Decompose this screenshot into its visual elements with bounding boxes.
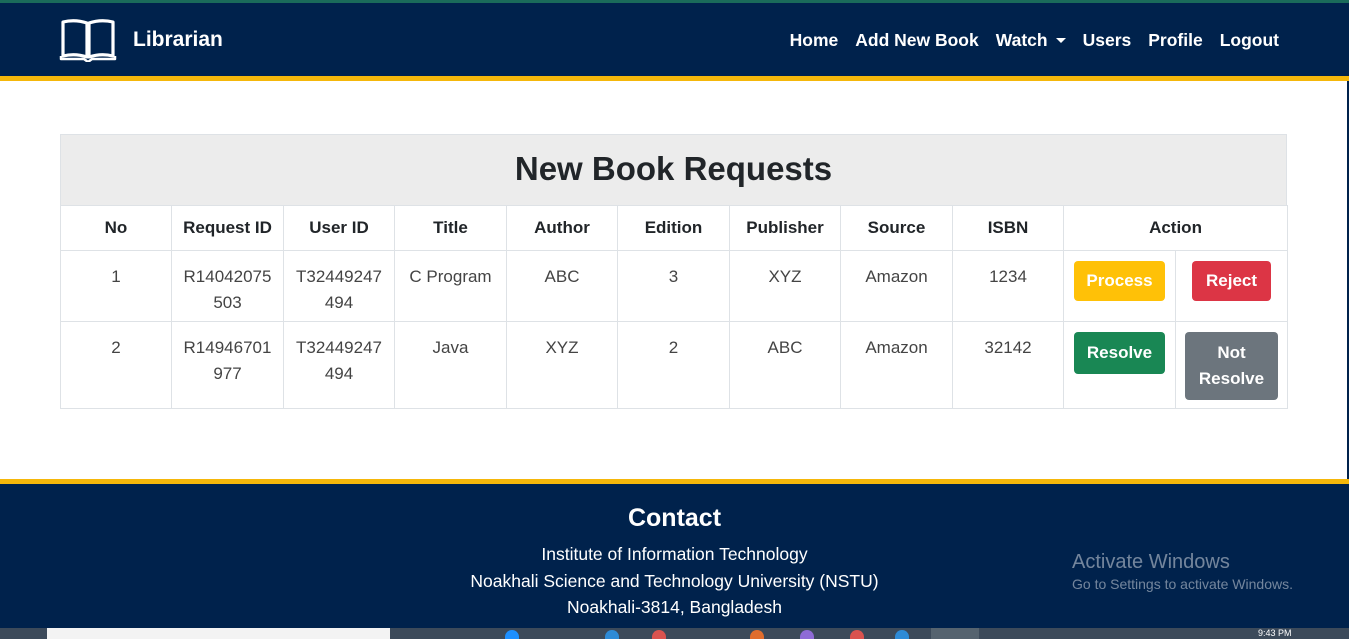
taskbar-search-box[interactable] (47, 628, 390, 639)
cell-publisher: XYZ (729, 250, 841, 322)
process-button[interactable]: Process (1074, 261, 1165, 301)
activate-windows-watermark: Activate Windows Go to Settings to activ… (1072, 551, 1293, 592)
cell-publisher: ABC (729, 321, 841, 409)
col-user-id: User ID (283, 205, 395, 251)
taskbar-active-app[interactable] (931, 628, 979, 639)
cell-edition: 3 (617, 250, 730, 322)
col-action: Action (1062, 205, 1289, 251)
reject-button[interactable]: Reject (1192, 261, 1271, 301)
cell-edition: 2 (617, 321, 730, 409)
brand[interactable]: Librarian (59, 18, 223, 62)
navbar-bottom-border (0, 76, 1349, 81)
cell-isbn: 1234 (952, 250, 1064, 322)
col-isbn: ISBN (952, 205, 1064, 251)
nav-links: Home Add New Book Watch Users Profile Lo… (773, 30, 1279, 51)
cell-action-secondary: Not Resolve (1174, 321, 1289, 409)
cell-no: 1 (60, 250, 172, 322)
table-row: 2 R14946701977 T32449247494 Java XYZ 2 A… (60, 321, 1289, 409)
footer-line-address: Noakhali-3814, Bangladesh (566, 597, 783, 617)
nav-add-new-book[interactable]: Add New Book (855, 30, 978, 51)
open-book-icon (59, 19, 117, 62)
caret-down-icon (1055, 38, 1066, 43)
card-title: New Book Requests (60, 134, 1287, 205)
col-request-id: Request ID (171, 205, 284, 251)
table-header-row: No Request ID User ID Title Author Editi… (60, 205, 1289, 251)
nav-profile[interactable]: Profile (1148, 30, 1202, 51)
footer-title: Contact (627, 504, 722, 532)
cell-author: ABC (506, 250, 618, 322)
cell-user-id: T32449247494 (283, 250, 395, 322)
taskbar-clock: 9:43 PM (1258, 628, 1292, 638)
nav-watch-label: Watch (995, 30, 1048, 50)
col-no: No (60, 205, 172, 251)
taskbar-app-icon[interactable] (800, 630, 814, 639)
cell-request-id: R14042075503 (171, 250, 284, 322)
requests-table: No Request ID User ID Title Author Editi… (60, 205, 1289, 409)
cell-title: C Program (394, 250, 507, 322)
table-row: 1 R14042075503 T32449247494 C Program AB… (60, 250, 1289, 322)
cell-action-primary: Process (1063, 250, 1176, 322)
taskbar-app-icon[interactable] (605, 630, 619, 639)
nav-logout[interactable]: Logout (1220, 30, 1279, 51)
cell-author: XYZ (506, 321, 618, 409)
col-author: Author (506, 205, 618, 251)
cell-user-id: T32449247494 (283, 321, 395, 409)
cell-isbn: 32142 (952, 321, 1064, 409)
brand-name: Librarian (133, 28, 223, 51)
windows-taskbar: 9:43 PM (0, 628, 1349, 639)
nav-users[interactable]: Users (1083, 30, 1132, 51)
taskbar-app-icon[interactable] (895, 630, 909, 639)
cell-action-secondary: Reject (1174, 250, 1289, 322)
cell-no: 2 (60, 321, 172, 409)
cell-source: Amazon (840, 250, 953, 322)
col-title: Title (394, 205, 507, 251)
taskbar-app-icon[interactable] (652, 630, 666, 639)
cell-source: Amazon (840, 321, 953, 409)
cell-title: Java (394, 321, 507, 409)
navbar: Librarian Home Add New Book Watch Users … (0, 3, 1349, 76)
taskbar-app-icon[interactable] (750, 630, 764, 639)
requests-card: New Book Requests No Request ID User ID … (60, 134, 1289, 409)
not-resolve-button[interactable]: Not Resolve (1185, 332, 1278, 400)
nav-watch-dropdown[interactable]: Watch (996, 30, 1066, 51)
cell-action-primary: Resolve (1063, 321, 1176, 409)
col-source: Source (840, 205, 953, 251)
taskbar-app-icon[interactable] (505, 630, 519, 639)
nav-home[interactable]: Home (790, 30, 839, 51)
watermark-subtitle: Go to Settings to activate Windows. (1072, 576, 1293, 592)
watermark-title: Activate Windows (1072, 551, 1230, 573)
col-publisher: Publisher (729, 205, 841, 251)
resolve-button[interactable]: Resolve (1074, 332, 1165, 374)
col-edition: Edition (617, 205, 730, 251)
taskbar-app-icon[interactable] (850, 630, 864, 639)
cell-request-id: R14946701977 (171, 321, 284, 409)
